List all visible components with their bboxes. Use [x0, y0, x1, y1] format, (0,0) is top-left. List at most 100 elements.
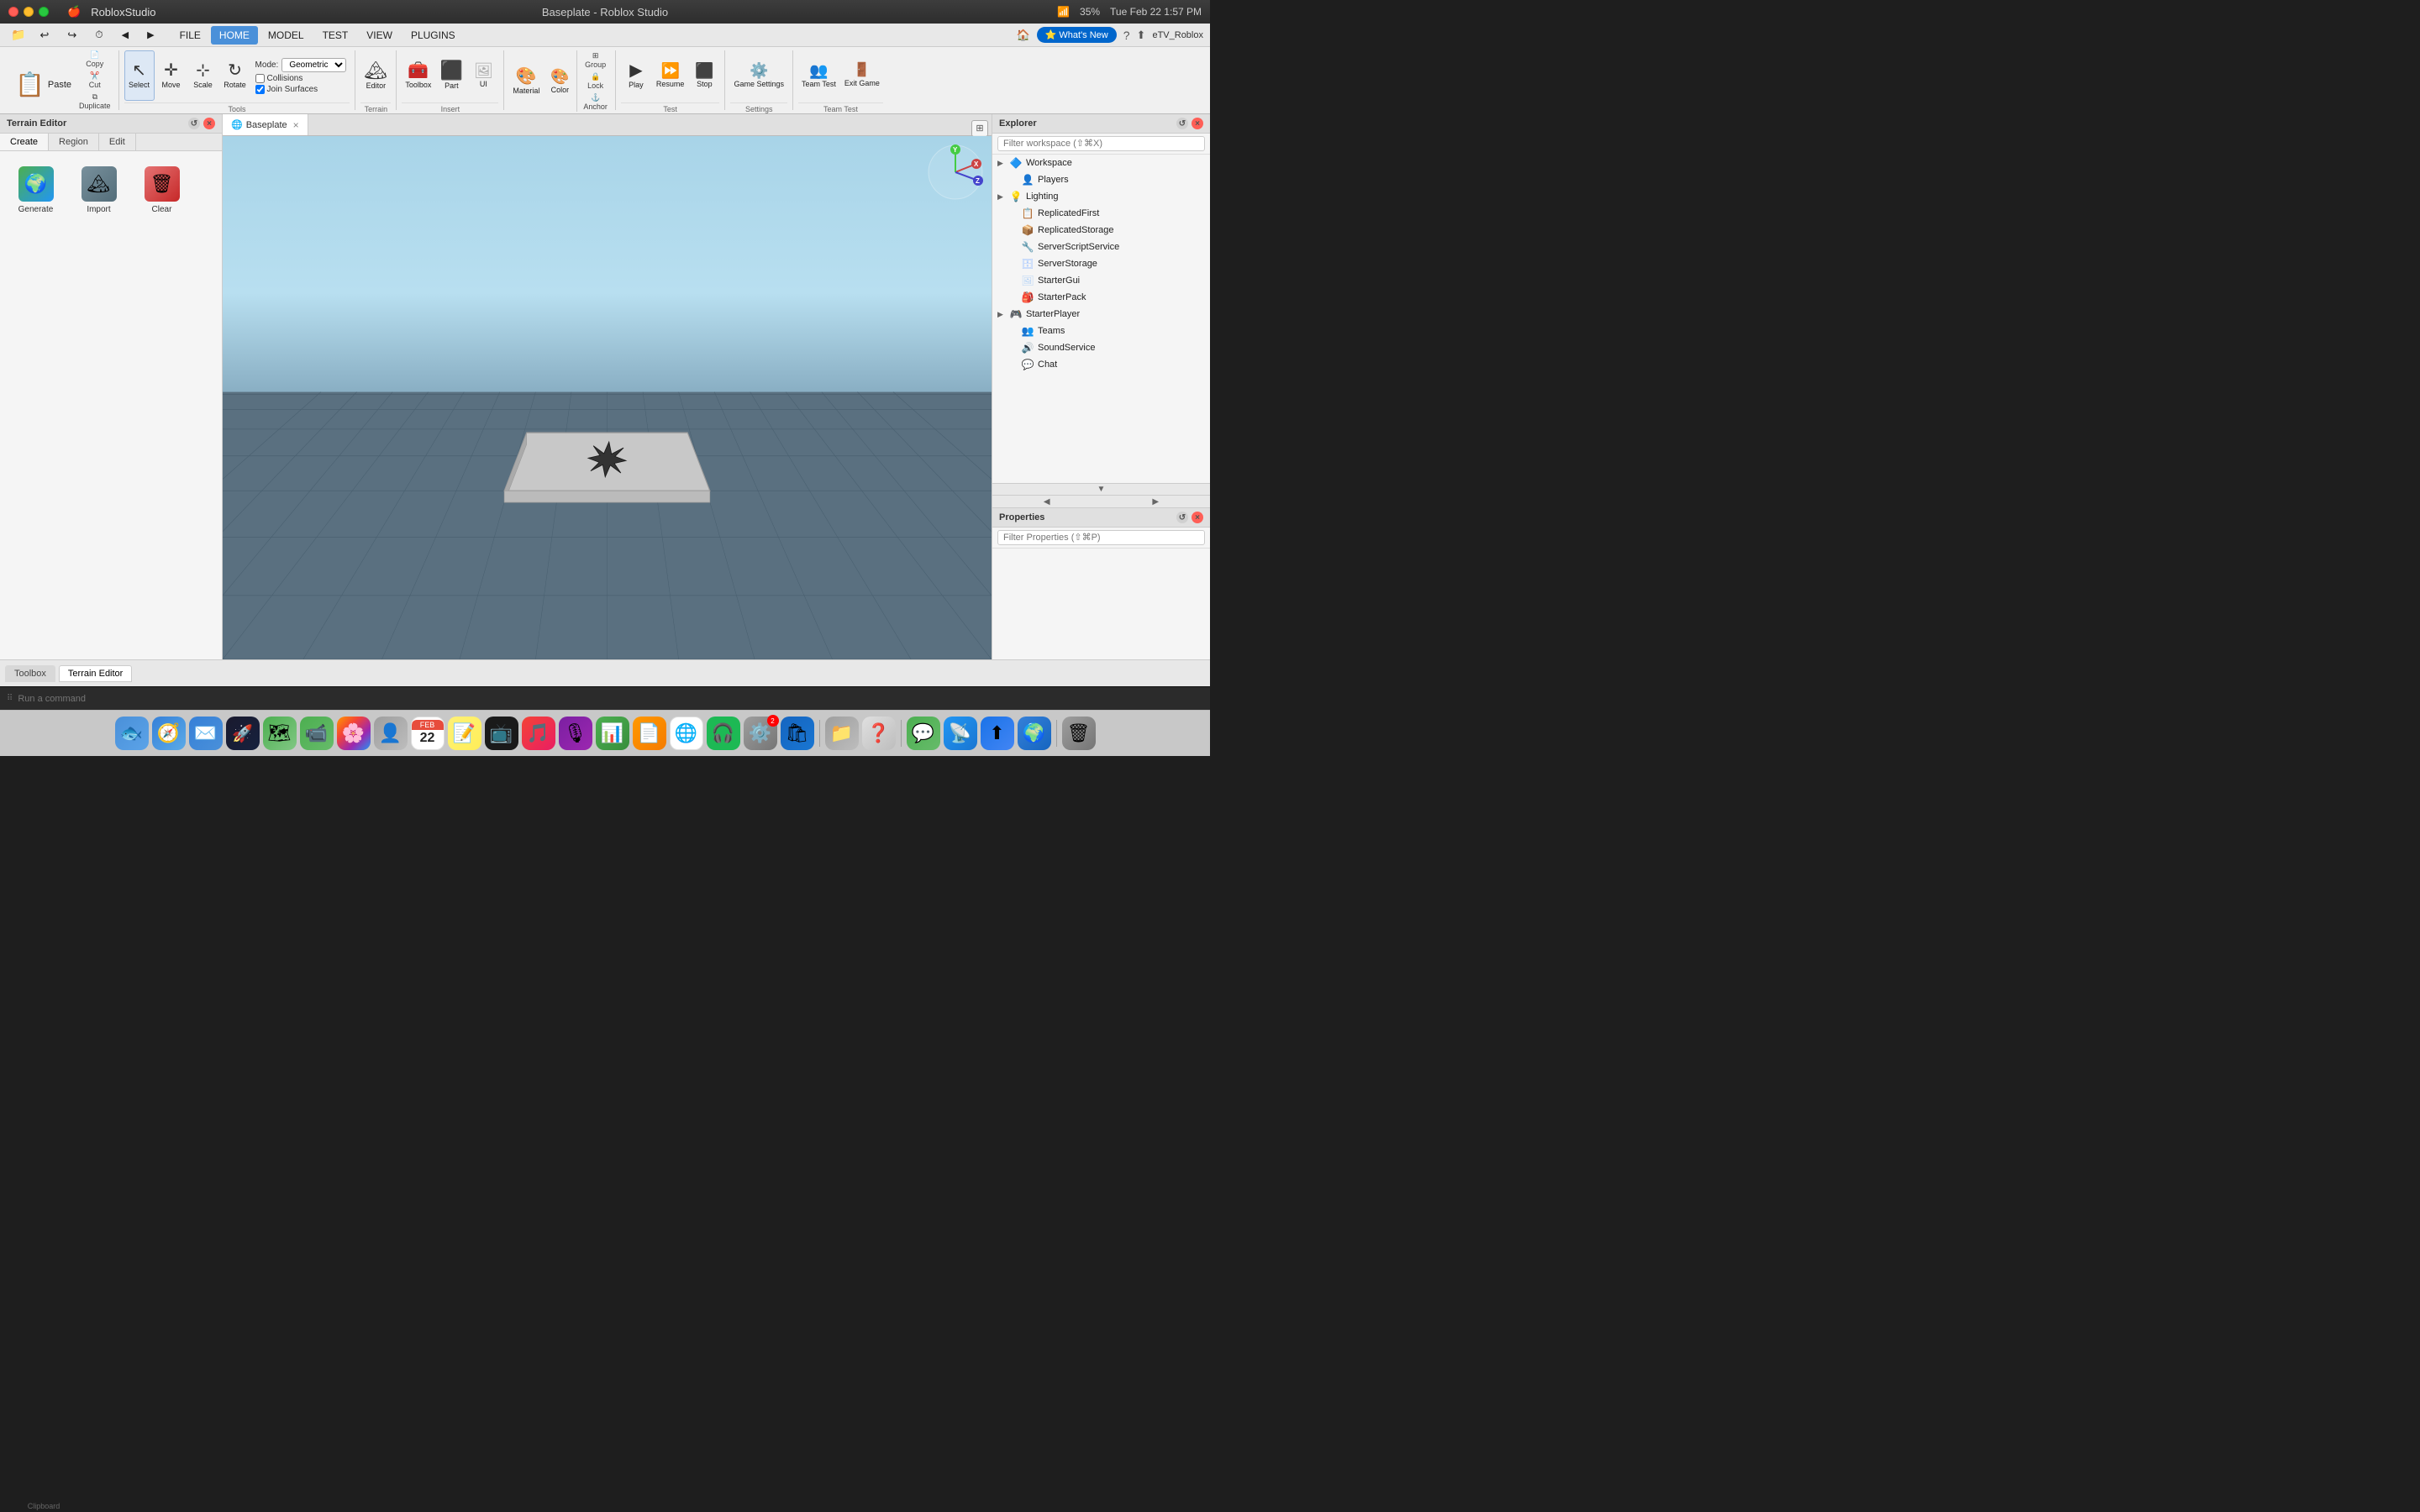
- dock-launchpad[interactable]: 🚀: [226, 717, 260, 750]
- dock-keynote[interactable]: 📊: [596, 717, 629, 750]
- nav-right[interactable]: ▶: [139, 26, 162, 45]
- toolbox-button[interactable]: 🧰 Toolbox: [402, 50, 434, 101]
- dock-help[interactable]: ❓: [862, 717, 896, 750]
- dock-pages[interactable]: 📄: [633, 717, 666, 750]
- terrain-tab-region[interactable]: Region: [49, 134, 99, 150]
- move-button[interactable]: ✛ Move: [156, 50, 187, 101]
- dock-calendar[interactable]: FEB 22: [411, 717, 445, 750]
- game-settings-button[interactable]: ⚙️ Game Settings: [730, 50, 787, 101]
- dock-finder[interactable]: 🐟: [115, 717, 149, 750]
- paste-button[interactable]: 📋 Paste: [10, 60, 76, 110]
- copy-button[interactable]: 📄 Copy: [76, 50, 113, 69]
- dock-maps[interactable]: 🗺: [263, 717, 297, 750]
- scroll-right-btn[interactable]: ▶: [1102, 496, 1211, 507]
- dock-messages[interactable]: 💬: [907, 717, 940, 750]
- expand-button[interactable]: ⊞: [971, 120, 988, 137]
- tree-item-replicated-storage[interactable]: ▶ 📦 ReplicatedStorage: [992, 222, 1210, 239]
- whats-new-button[interactable]: ⭐ What's New: [1037, 27, 1117, 43]
- team-test-button[interactable]: 👥 Team Test: [798, 50, 839, 101]
- terrain-tool-generate[interactable]: 🌍 Generate: [8, 161, 63, 219]
- join-surfaces-checkbox[interactable]: [255, 85, 265, 94]
- lock-button[interactable]: 🔒 Lock: [581, 71, 610, 91]
- menu-test[interactable]: TEST: [314, 26, 357, 45]
- dock-roblox-upload[interactable]: ⬆: [981, 717, 1014, 750]
- minimize-button[interactable]: [24, 7, 34, 17]
- nav-left[interactable]: ◀: [113, 26, 137, 45]
- tree-item-server-script-service[interactable]: ▶ 🔧 ServerScriptService: [992, 239, 1210, 255]
- tree-item-players[interactable]: ▶ 👤 Players: [992, 171, 1210, 188]
- terrain-tool-clear[interactable]: 🗑 Clear: [134, 161, 189, 219]
- props-close-icon[interactable]: ×: [1192, 512, 1203, 523]
- menu-model[interactable]: MODEL: [260, 26, 313, 45]
- explorer-close-icon[interactable]: ×: [1192, 118, 1203, 129]
- scroll-left-btn[interactable]: ◀: [992, 496, 1102, 507]
- dock-notes[interactable]: 📝: [448, 717, 481, 750]
- dock-safari[interactable]: 🧭: [152, 717, 186, 750]
- tree-item-sound-service[interactable]: ▶ 🔊 SoundService: [992, 339, 1210, 356]
- scroll-down-arrow[interactable]: ▼: [992, 483, 1210, 495]
- duplicate-button[interactable]: ⧉ Duplicate: [76, 92, 113, 111]
- viewport-tab-baseplate[interactable]: 🌐 Baseplate ×: [223, 114, 308, 135]
- dock-settings[interactable]: ⚙️ 2: [744, 717, 777, 750]
- apple-logo[interactable]: 🍎: [67, 5, 81, 18]
- ui-button[interactable]: 🖼 UI: [468, 50, 498, 101]
- dock-appstore[interactable]: 🛍: [781, 717, 814, 750]
- tree-item-chat[interactable]: ▶ 💬 Chat: [992, 356, 1210, 373]
- dock-mail[interactable]: ✉️: [189, 717, 223, 750]
- dock-earth[interactable]: 🌍: [1018, 717, 1051, 750]
- group-small-button[interactable]: ⊞ Group: [581, 50, 610, 70]
- play-button[interactable]: ▶ Play: [621, 50, 651, 101]
- command-input[interactable]: [18, 694, 1203, 704]
- tree-item-lighting[interactable]: ▶ 💡 Lighting: [992, 188, 1210, 205]
- anchor-button[interactable]: ⚓ Anchor: [581, 92, 610, 112]
- undo-btn[interactable]: ↩: [31, 26, 57, 45]
- material-button[interactable]: 🎨 Material: [509, 56, 543, 107]
- tree-item-starter-gui[interactable]: ▶ 🖼 StarterGui: [992, 272, 1210, 289]
- tab-close-icon[interactable]: ×: [293, 119, 299, 131]
- menu-home[interactable]: HOME: [211, 26, 258, 45]
- traffic-lights[interactable]: [8, 7, 49, 17]
- select-button[interactable]: ↖ Select: [124, 50, 155, 101]
- menu-plugins[interactable]: PLUGINS: [402, 26, 464, 45]
- bottom-tab-toolbox[interactable]: Toolbox: [5, 665, 55, 682]
- terrain-tab-edit[interactable]: Edit: [99, 134, 136, 150]
- mode-select[interactable]: Geometric: [281, 58, 346, 72]
- dock-contacts[interactable]: 👤: [374, 717, 408, 750]
- dock-podcasts[interactable]: 🎙: [559, 717, 592, 750]
- tree-item-workspace[interactable]: ▶ 🔷 Workspace: [992, 155, 1210, 171]
- collisions-checkbox[interactable]: [255, 74, 265, 83]
- dock-spotify[interactable]: 🎧: [707, 717, 740, 750]
- dock-music[interactable]: 🎵: [522, 717, 555, 750]
- home-icon[interactable]: 🏠: [1017, 29, 1030, 42]
- part-button[interactable]: ⬛ Part: [436, 50, 466, 101]
- history-btn[interactable]: ⏱: [87, 26, 111, 45]
- maximize-button[interactable]: [39, 7, 49, 17]
- scale-button[interactable]: ⊹ Scale: [188, 50, 218, 101]
- terrain-tool-import[interactable]: 🏔 Import: [71, 161, 126, 219]
- bottom-tab-terrain-editor[interactable]: Terrain Editor: [59, 665, 132, 682]
- terrain-tab-create[interactable]: Create: [0, 134, 49, 150]
- color-button[interactable]: 🎨 Color: [544, 56, 575, 107]
- explorer-refresh-icon[interactable]: ↺: [1176, 118, 1188, 129]
- dock-chrome[interactable]: 🌐: [670, 717, 703, 750]
- panel-close-icon[interactable]: ×: [203, 118, 215, 129]
- properties-filter-input[interactable]: [997, 530, 1205, 545]
- dock-trash[interactable]: 🗑: [1062, 717, 1096, 750]
- tree-item-teams[interactable]: ▶ 👥 Teams: [992, 323, 1210, 339]
- dock-appletv[interactable]: 📺: [485, 717, 518, 750]
- cut-button[interactable]: ✂️ Cut: [76, 71, 113, 90]
- dock-facetime[interactable]: 📹: [300, 717, 334, 750]
- menu-file[interactable]: FILE: [171, 26, 209, 45]
- tree-item-server-storage[interactable]: ▶ 🗄 ServerStorage: [992, 255, 1210, 272]
- resume-button[interactable]: ⏩ Resume: [653, 50, 688, 101]
- share-icon[interactable]: ⬆: [1137, 29, 1146, 42]
- dock-filemanager[interactable]: 📁: [825, 717, 859, 750]
- viewport[interactable]: 🌐 Baseplate × ⊞: [223, 114, 992, 659]
- app-name[interactable]: RobloxStudio: [91, 6, 155, 18]
- menu-view[interactable]: VIEW: [358, 26, 401, 45]
- rotate-button[interactable]: ↻ Rotate: [220, 50, 250, 101]
- explorer-filter-input[interactable]: [997, 136, 1205, 151]
- close-button[interactable]: [8, 7, 18, 17]
- help-button[interactable]: ?: [1123, 29, 1130, 42]
- exit-game-button[interactable]: 🚪 Exit Game: [841, 50, 883, 101]
